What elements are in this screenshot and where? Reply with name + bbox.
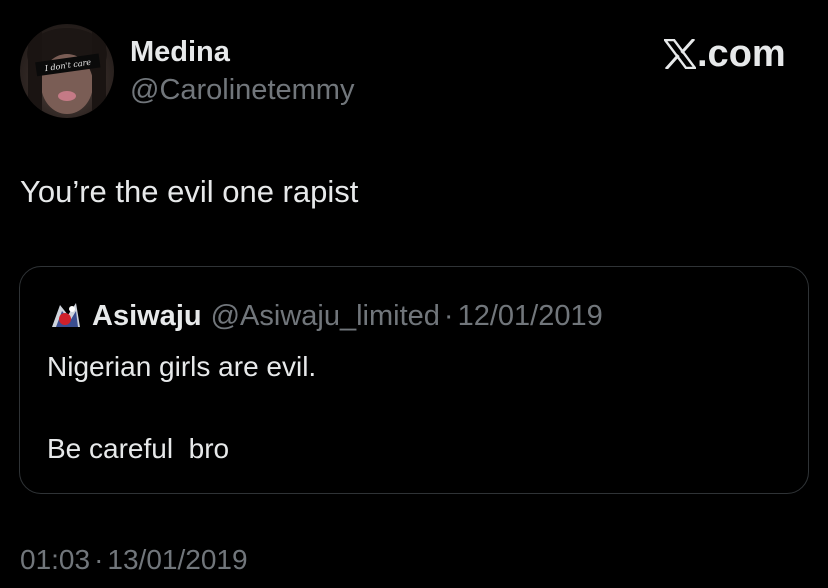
tweet-timestamp[interactable]: 01:03 · 13/01/2019 [20, 544, 248, 576]
author-avatar[interactable]: I don't care [20, 24, 114, 118]
author-handle[interactable]: @Carolinetemmy [130, 74, 354, 107]
quoted-author-display-name[interactable]: Asiwaju [92, 300, 202, 333]
quoted-tweet-date[interactable]: 12/01/2019 [458, 300, 603, 333]
brand-watermark: .com [664, 32, 786, 76]
quoted-tweet-card[interactable]: Asiwaju @Asiwaju_limited · 12/01/2019 Ni… [19, 266, 809, 494]
quoted-author-avatar[interactable] [46, 297, 84, 335]
author-avatar-image: I don't care [27, 24, 107, 118]
timestamp-separator: · [94, 544, 104, 575]
quoted-tweet-line: Nigerian girls are evil. [47, 351, 317, 382]
x-logo-icon [664, 39, 696, 69]
quoted-tweet-line: Be careful bro [47, 433, 230, 464]
brand-label: .com [697, 32, 786, 75]
quoted-separator: · [443, 299, 454, 332]
quoted-author-avatar-image [46, 297, 84, 335]
author-display-name[interactable]: Medina [130, 36, 230, 69]
quoted-tweet-header: Asiwaju @Asiwaju_limited · 12/01/2019 [46, 297, 603, 335]
tweet-text: You’re the evil one rapist [20, 174, 359, 209]
tweet-date: 13/01/2019 [107, 544, 248, 575]
tweet-time: 01:03 [20, 544, 91, 575]
quoted-author-handle[interactable]: @Asiwaju_limited [211, 300, 440, 333]
